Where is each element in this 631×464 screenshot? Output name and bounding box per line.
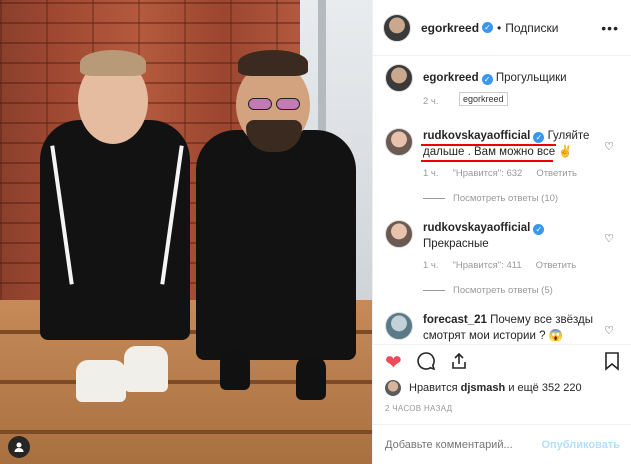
comment-icon[interactable] (416, 351, 436, 375)
following-button[interactable]: Подписки (505, 21, 558, 35)
comment-likes[interactable]: "Нравится": 411 (453, 260, 522, 271)
red-underline (421, 160, 553, 162)
share-icon[interactable] (450, 352, 468, 374)
comment-item: rudkovskayaofficial ✓ Гуляйте дальше . Ва… (373, 128, 631, 220)
post-timestamp: 2 ЧАСОВ НАЗАД (385, 404, 453, 413)
heart-icon[interactable]: ❤ (385, 353, 402, 373)
separator-dot: • (497, 20, 502, 35)
comment-heart-icon[interactable]: ♡ (604, 140, 614, 153)
view-replies[interactable]: Посмотреть ответы (5) (423, 285, 622, 296)
comment-likes[interactable]: "Нравится": 632 (453, 168, 523, 179)
replies-line (423, 198, 445, 199)
view-replies-label[interactable]: Посмотреть ответы (5) (453, 285, 553, 296)
hair-right (238, 50, 308, 76)
hair-left (80, 50, 146, 76)
red-underline (421, 144, 556, 146)
post-header: egorkreed ✓ • Подписки ••• (373, 0, 631, 56)
post-caption: egorkreed ✓ Прогульщики 2 ч. egorkreed (373, 64, 631, 128)
comment-username[interactable]: rudkovskayaofficial (423, 130, 530, 142)
comment-username[interactable]: forecast_21 (423, 314, 487, 326)
commenter-avatar[interactable] (385, 220, 413, 248)
view-replies-label[interactable]: Посмотреть ответы (10) (453, 193, 558, 204)
commenter-avatar[interactable] (385, 312, 413, 340)
publish-button[interactable]: Опубликовать (541, 439, 620, 451)
caption-time: 2 ч. (423, 96, 439, 107)
author-avatar[interactable] (383, 13, 411, 42)
more-options-icon[interactable]: ••• (601, 20, 619, 36)
sunglasses-lens (276, 98, 300, 110)
dress-shoe (296, 356, 326, 400)
verified-icon: ✓ (533, 224, 545, 235)
reply-button[interactable]: Ответить (536, 168, 577, 179)
sneaker (124, 346, 168, 392)
comment-username[interactable]: rudkovskayaofficial (423, 222, 530, 234)
comment-heart-icon[interactable]: ♡ (604, 324, 614, 337)
post-actions: ❤ (373, 344, 631, 380)
username-tooltip: egorkreed (459, 92, 508, 106)
person-right (196, 130, 356, 360)
sunglasses-lens (248, 98, 272, 110)
comment-time: 1 ч. (423, 168, 439, 179)
step-edge (0, 430, 372, 434)
comment-item: rudkovskayaofficial ✓ Прекрасные 1 ч. "Нр… (373, 220, 631, 312)
verified-icon: ✓ (482, 22, 494, 33)
author-username[interactable]: egorkreed (421, 21, 479, 35)
likes-summary[interactable]: Нравится djsmash и ещё 352 220 (385, 380, 582, 396)
caption-username[interactable]: egorkreed (423, 72, 479, 84)
tagged-user-icon[interactable] (8, 436, 30, 458)
view-replies[interactable]: Посмотреть ответы (10) (423, 193, 622, 204)
verified-icon: ✓ (481, 74, 493, 85)
comment-text: Прекрасные (423, 238, 489, 250)
comment-heart-icon[interactable]: ♡ (604, 232, 614, 245)
comments-list: egorkreed ✓ Прогульщики 2 ч. egorkreed ru… (373, 64, 631, 352)
caption-avatar[interactable] (385, 64, 413, 92)
bookmark-icon[interactable] (604, 351, 620, 375)
sneaker (76, 360, 126, 402)
add-comment-bar: Опубликовать (373, 424, 631, 464)
comment-input[interactable] (385, 438, 535, 451)
post-sidebar: egorkreed ✓ • Подписки ••• egorkreed ✓ Пр… (372, 0, 631, 464)
caption-text: Прогульщики (495, 72, 567, 84)
dress-shoe (220, 350, 250, 390)
likes-prefix: Нравится (409, 382, 458, 394)
liker-username[interactable]: djsmash (461, 382, 506, 394)
comment-time: 1 ч. (423, 260, 439, 271)
verified-icon: ✓ (533, 132, 545, 143)
replies-line (423, 290, 445, 291)
likes-suffix[interactable]: и ещё 352 220 (508, 382, 581, 394)
commenter-avatar[interactable] (385, 128, 413, 156)
post-photo[interactable] (0, 0, 372, 464)
reply-button[interactable]: Ответить (536, 260, 577, 271)
liker-avatar (385, 380, 401, 396)
